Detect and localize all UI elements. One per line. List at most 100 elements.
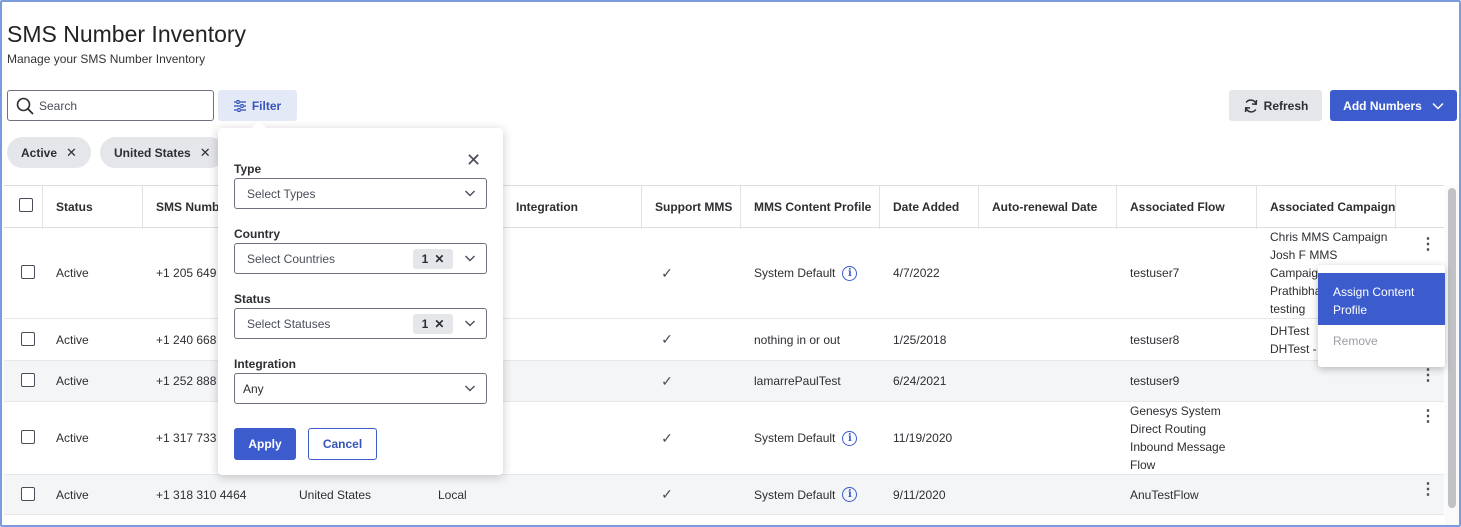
status-cell: Active (56, 431, 89, 445)
campaign-line: Chris MMS Campaign (1270, 230, 1388, 244)
count-value: 1 (421, 317, 429, 331)
integration-value: Any (243, 381, 264, 396)
mms-content-profile-cell: lamarrePaulTest (754, 374, 841, 388)
page-title: SMS Number Inventory (7, 21, 247, 47)
campaign-line: Josh F MMS (1270, 248, 1338, 262)
check-icon: ✓ (661, 372, 673, 389)
chevron-down-icon (465, 385, 475, 392)
country-select[interactable]: Select Countries 1 ✕ (234, 243, 487, 274)
column-header-auto-renewal-date[interactable]: Auto-renewal Date (979, 186, 1117, 229)
associated-campaign-cell: DHTest DHTest - (1257, 319, 1317, 360)
column-header-associated-campaign[interactable]: Associated Campaign (1257, 186, 1396, 229)
campaign-line: Campaig (1270, 266, 1319, 280)
column-header-date-added[interactable]: Date Added (880, 186, 979, 229)
associated-flow-cell: testuser7 (1130, 266, 1180, 280)
column-header-status[interactable]: Status (43, 186, 143, 229)
flow-line: Direct Routing (1130, 422, 1207, 436)
associated-flow-cell: Genesys System Direct Routing Inbound Me… (1117, 402, 1225, 474)
close-icon[interactable]: ✕ (200, 145, 211, 161)
menu-item-remove[interactable]: Remove (1333, 334, 1378, 348)
scrollbar-thumb[interactable] (1448, 188, 1456, 508)
search-box[interactable] (7, 90, 214, 121)
refresh-button[interactable]: Refresh (1229, 90, 1322, 121)
flow-line: Flow (1130, 458, 1156, 472)
add-numbers-button[interactable]: Add Numbers (1330, 90, 1457, 121)
filter-chip-active[interactable]: Active ✕ (7, 137, 91, 168)
app-frame: SMS Number Inventory Manage your SMS Num… (0, 0, 1461, 527)
filter-button[interactable]: Filter (218, 90, 297, 121)
filter-chip-united-states[interactable]: United States ✕ (100, 137, 225, 168)
date-added-cell: 11/19/2020 (893, 431, 953, 445)
status-cell: Active (56, 374, 89, 388)
refresh-icon (1244, 98, 1257, 113)
info-icon[interactable]: i (842, 487, 858, 502)
table-row[interactable]: Active +1 318 310 4464 United States Loc… (4, 475, 1444, 515)
column-header-mms-content-profile[interactable]: MMS Content Profile (741, 186, 880, 229)
more-options-icon[interactable]: ⋮ (1420, 237, 1436, 253)
mms-content-profile-cell: System Default i (741, 402, 858, 474)
menu-item-assign-content-profile[interactable]: Assign Content Profile (1318, 273, 1445, 325)
more-options-icon[interactable]: ⋮ (1420, 409, 1436, 425)
chevron-down-icon (465, 320, 475, 327)
sms-number-cell: +1 252 888 (156, 374, 217, 388)
status-cell: Active (56, 487, 89, 502)
integration-select[interactable]: Any (234, 373, 487, 404)
type-select[interactable]: Select Types (234, 178, 487, 209)
date-added-cell: 1/25/2018 (893, 332, 947, 347)
clear-icon[interactable]: ✕ (434, 317, 444, 331)
support-mms-cell: ✓ (642, 361, 692, 401)
associated-flow-cell: testuser8 (1130, 332, 1180, 347)
more-options-icon[interactable]: ⋮ (1420, 482, 1436, 498)
clear-icon[interactable]: ✕ (434, 252, 444, 266)
country-label: Country (234, 227, 280, 241)
mms-content-profile-cell: System Default i (741, 228, 858, 318)
support-mms-cell: ✓ (642, 402, 692, 474)
row-checkbox[interactable] (21, 332, 35, 346)
apply-button[interactable]: Apply (234, 428, 296, 460)
date-added-cell: 4/7/2022 (893, 266, 940, 280)
date-added-cell: 9/11/2020 (893, 487, 946, 502)
campaign-line: DHTest (1270, 323, 1310, 338)
check-icon: ✓ (661, 331, 673, 347)
column-header-associated-flow[interactable]: Associated Flow (1117, 186, 1257, 229)
type-cell: Local (438, 487, 467, 502)
row-checkbox[interactable] (21, 265, 35, 279)
search-input[interactable] (39, 98, 199, 113)
country-cell: United States (299, 487, 372, 502)
country-selected-count[interactable]: 1 ✕ (413, 249, 453, 269)
info-icon[interactable]: i (842, 265, 858, 281)
info-icon[interactable]: i (842, 430, 858, 446)
mms-content-profile-cell: System Default i (741, 475, 858, 514)
profile-name: System Default (754, 487, 836, 502)
select-all-checkbox[interactable] (19, 198, 33, 212)
close-icon[interactable]: ✕ (466, 150, 481, 171)
type-placeholder: Select Types (247, 186, 316, 201)
more-options-icon[interactable]: ⋮ (1420, 368, 1436, 384)
close-icon[interactable]: ✕ (66, 145, 77, 161)
chevron-down-icon (465, 190, 475, 197)
sms-number-cell: +1 205 649 (156, 266, 217, 280)
type-label: Type (234, 162, 262, 176)
cancel-button[interactable]: Cancel (308, 428, 377, 460)
date-added-cell: 6/24/2021 (893, 374, 947, 388)
add-numbers-label: Add Numbers (1343, 98, 1422, 113)
status-cell: Active (56, 332, 89, 347)
row-checkbox[interactable] (21, 487, 35, 501)
count-value: 1 (421, 252, 429, 266)
row-checkbox[interactable] (21, 373, 35, 387)
support-mms-cell: ✓ (642, 319, 692, 360)
row-checkbox[interactable] (21, 430, 35, 444)
status-selected-count[interactable]: 1 ✕ (413, 314, 453, 334)
column-header-support-mms[interactable]: Support MMS (642, 186, 741, 229)
status-select[interactable]: Select Statuses 1 ✕ (234, 308, 487, 339)
campaign-line: Prathibha (1270, 284, 1322, 298)
support-mms-cell: ✓ (642, 475, 692, 514)
page-subtitle: Manage your SMS Number Inventory (7, 52, 206, 66)
chevron-down-icon (465, 255, 475, 262)
integration-label: Integration (234, 357, 296, 371)
filter-panel: ✕ Type Select Types Country Select Count… (218, 128, 503, 475)
column-header-integration[interactable]: Integration (503, 186, 642, 229)
filter-button-label: Filter (251, 98, 282, 113)
row-context-menu: Assign Content Profile Remove (1318, 265, 1445, 367)
refresh-button-label: Refresh (1263, 98, 1309, 113)
